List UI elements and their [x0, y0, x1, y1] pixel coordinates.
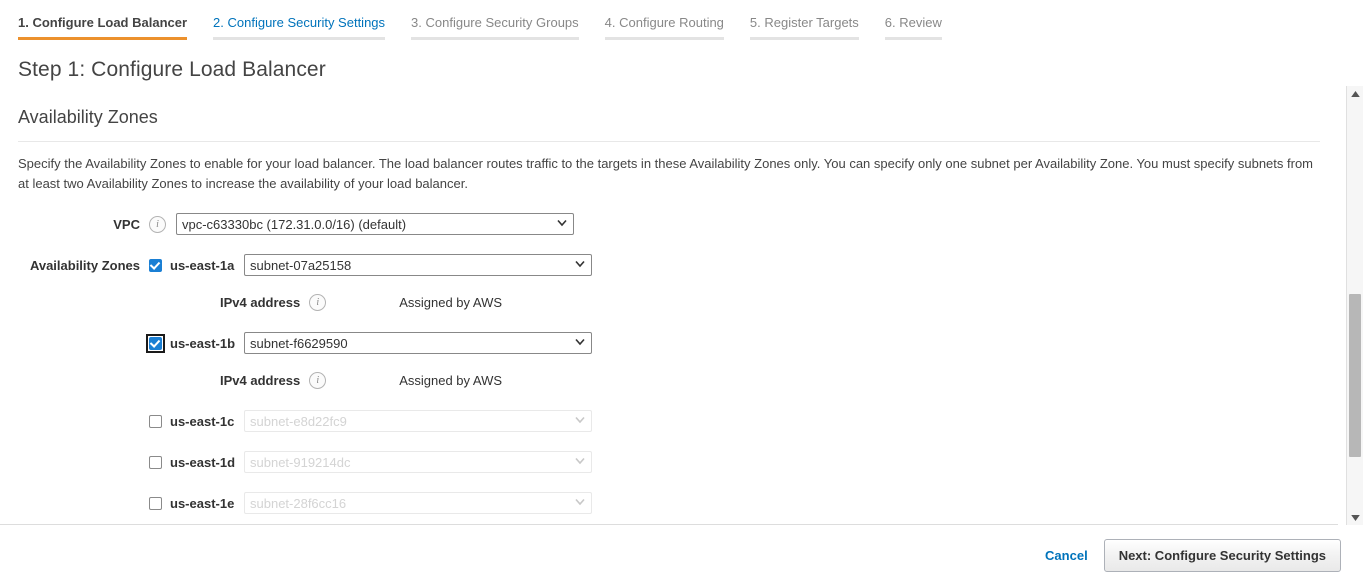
vpc-select[interactable]: vpc-c63330bc (172.31.0.0/16) (default) [176, 213, 574, 235]
availability-zones-label: Availability Zones [0, 258, 149, 273]
section-heading-availability-zones: Availability Zones [18, 107, 1338, 128]
subnet-select-us-east-1c: subnet-e8d22fc9 [244, 410, 592, 432]
vpc-row: VPC i vpc-c63330bc (172.31.0.0/16) (defa… [0, 212, 1338, 236]
tab-register-targets[interactable]: 5. Register Targets [750, 15, 859, 40]
ipv4-address-value-us-east-1a: Assigned by AWS [399, 295, 502, 310]
availability-zone-name-us-east-1b: us-east-1b [170, 336, 244, 351]
ipv4-address-label: IPv4 address [220, 295, 300, 310]
cancel-button[interactable]: Cancel [1045, 548, 1088, 563]
availability-zone-row-us-east-1a: Availability Zones us-east-1a subnet-07a… [0, 253, 1338, 277]
info-icon[interactable]: i [309, 294, 326, 311]
tab-configure-routing[interactable]: 4. Configure Routing [605, 15, 724, 40]
availability-zones-form: VPC i vpc-c63330bc (172.31.0.0/16) (defa… [0, 212, 1338, 525]
spacer [0, 474, 1338, 491]
info-icon[interactable]: i [309, 372, 326, 389]
scrollbar-thumb[interactable] [1349, 294, 1361, 457]
spacer [0, 433, 1338, 450]
subnet-select-wrap-us-east-1d: subnet-919214dc [244, 451, 592, 473]
vertical-scrollbar[interactable] [1346, 86, 1363, 526]
availability-zone-name-us-east-1a: us-east-1a [170, 258, 244, 273]
checkbox-us-east-1d[interactable] [149, 456, 162, 469]
availability-zone-row-us-east-1d: us-east-1d subnet-919214dc [0, 450, 1338, 474]
subnet-select-us-east-1e: subnet-28f6cc16 [244, 492, 592, 514]
spacer [0, 277, 1338, 290]
availability-zone-row-us-east-1c: us-east-1c subnet-e8d22fc9 [0, 409, 1338, 433]
wizard-footer: Cancel Next: Configure Security Settings [0, 525, 1363, 585]
content-body: Availability Zones Specify the Availabil… [0, 94, 1338, 525]
subnet-select-wrap-us-east-1e: subnet-28f6cc16 [244, 492, 592, 514]
spacer [0, 236, 1338, 253]
tab-configure-load-balancer[interactable]: 1. Configure Load Balancer [18, 15, 187, 40]
checkbox-us-east-1c[interactable] [149, 415, 162, 428]
spacer [0, 392, 1338, 409]
availability-zone-row-us-east-1e: us-east-1e subnet-28f6cc16 [0, 491, 1338, 515]
subnet-select-us-east-1a[interactable]: subnet-07a25158 [244, 254, 592, 276]
scroll-up-arrow-icon[interactable] [1347, 86, 1363, 102]
vpc-label: VPC [0, 217, 149, 232]
content-scroll-region: Availability Zones Specify the Availabil… [0, 94, 1363, 525]
wizard-tab-strip: 1. Configure Load Balancer 2. Configure … [0, 0, 1363, 40]
checkbox-us-east-1e[interactable] [149, 497, 162, 510]
ipv4-row-us-east-1a: IPv4 address i Assigned by AWS [0, 290, 1338, 314]
subnet-select-wrap-us-east-1b: subnet-f6629590 [244, 332, 592, 354]
checkbox-us-east-1b[interactable] [149, 337, 162, 350]
scroll-down-arrow-icon[interactable] [1347, 510, 1363, 526]
ipv4-row-us-east-1b: IPv4 address i Assigned by AWS [0, 368, 1338, 392]
subnet-select-wrap-us-east-1c: subnet-e8d22fc9 [244, 410, 592, 432]
spacer [0, 314, 1338, 331]
section-divider [18, 141, 1320, 142]
availability-zone-name-us-east-1c: us-east-1c [170, 414, 244, 429]
tab-configure-security-settings[interactable]: 2. Configure Security Settings [213, 15, 385, 40]
tab-configure-security-groups[interactable]: 3. Configure Security Groups [411, 15, 579, 40]
subnet-select-wrap-us-east-1a: subnet-07a25158 [244, 254, 592, 276]
vpc-select-wrap: vpc-c63330bc (172.31.0.0/16) (default) [176, 213, 574, 235]
next-configure-security-settings-button[interactable]: Next: Configure Security Settings [1104, 539, 1341, 572]
spacer [0, 355, 1338, 368]
info-icon[interactable]: i [149, 216, 166, 233]
section-description: Specify the Availability Zones to enable… [18, 154, 1320, 194]
ipv4-address-label: IPv4 address [220, 373, 300, 388]
availability-zone-name-us-east-1d: us-east-1d [170, 455, 244, 470]
ipv4-address-value-us-east-1b: Assigned by AWS [399, 373, 502, 388]
subnet-select-us-east-1d: subnet-919214dc [244, 451, 592, 473]
scrollbar-track[interactable] [1347, 102, 1363, 510]
checkbox-us-east-1a[interactable] [149, 259, 162, 272]
tab-review[interactable]: 6. Review [885, 15, 942, 40]
subnet-select-us-east-1b[interactable]: subnet-f6629590 [244, 332, 592, 354]
page-title: Step 1: Configure Load Balancer [18, 58, 1363, 82]
availability-zone-name-us-east-1e: us-east-1e [170, 496, 244, 511]
availability-zone-row-us-east-1b: us-east-1b subnet-f6629590 [0, 331, 1338, 355]
